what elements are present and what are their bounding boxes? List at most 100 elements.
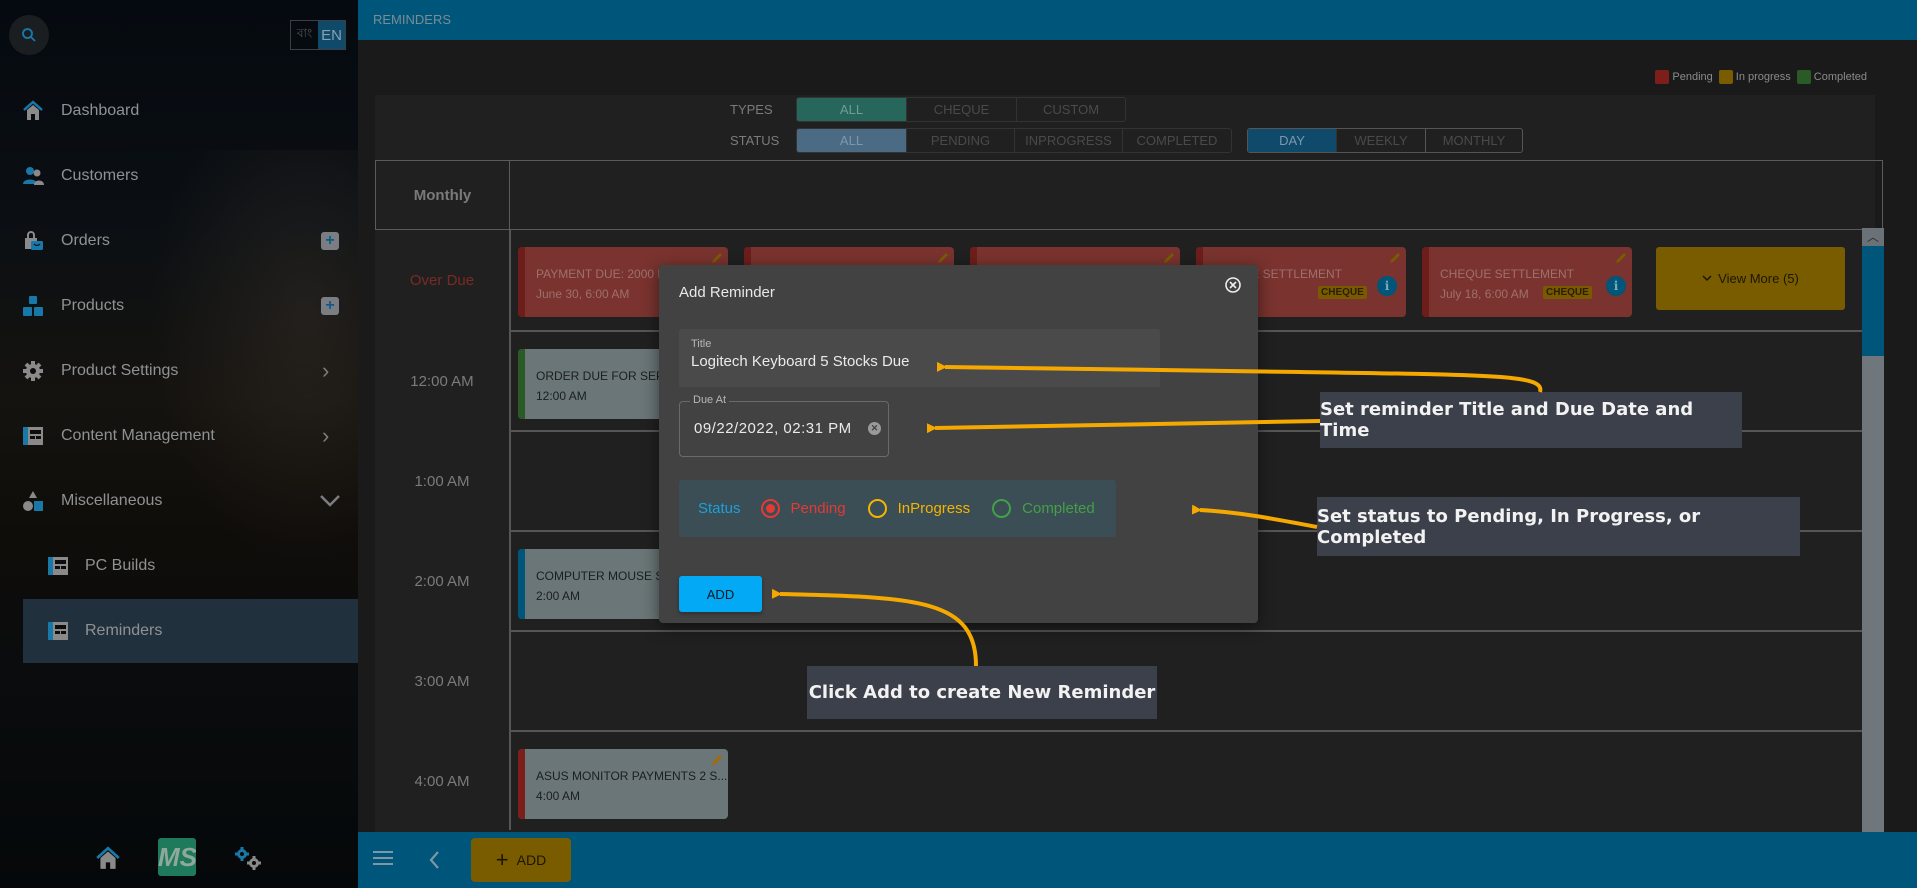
layout-icon [48,622,68,640]
radio-unchecked-icon[interactable] [867,499,887,518]
lang-bangla[interactable]: বাং [291,21,318,49]
chevron-right-icon[interactable]: › [322,358,329,384]
sidebar-subitem-pc-builds[interactable]: PC Builds [0,536,358,596]
bottom-add-button[interactable]: + ADD [471,838,571,882]
boxes-icon [23,296,43,316]
title-input[interactable] [691,353,1141,370]
types-cheque-tab[interactable]: CHEQUE [907,98,1017,121]
types-custom-tab[interactable]: CUSTOM [1017,98,1125,121]
add-order-button[interactable]: + [321,232,339,250]
legend-swatch-completed [1796,70,1811,84]
chevron-right-icon[interactable]: › [322,423,329,449]
menu-icon[interactable] [373,850,393,866]
sidebar-item-label: Reminders [85,622,163,639]
sidebar-item-customers[interactable]: Customers [0,146,358,206]
reminder-card[interactable]: CHEQUE SETTLEMENT July 18, 6:00 AM CHEQU… [1422,247,1632,317]
sidebar-item-label: Content Management [61,427,215,444]
status-inprogress-radio[interactable]: InProgress [867,499,971,518]
bottom-bar: + ADD [358,832,1917,888]
row-divider [510,730,1862,732]
radio-label: Completed [1022,500,1095,517]
radio-unchecked-icon[interactable] [992,499,1012,518]
radio-label: InProgress [897,500,971,517]
users-icon [23,167,44,185]
edit-icon[interactable] [937,252,949,264]
radio-checked-icon[interactable] [760,499,780,518]
calendar-mode-label: Monthly [376,161,510,229]
callout-title-due: Set reminder Title and Due Date and Time [1320,392,1742,448]
search-button[interactable] [9,15,49,55]
status-pending-radio[interactable]: Pending [760,499,846,518]
back-icon[interactable] [428,850,440,870]
reminder-card[interactable]: ASUS MONITOR PAYMENTS 2 S... 4:00 AM [518,749,728,819]
sidebar-subitem-reminders[interactable]: Reminders [23,599,358,663]
close-icon[interactable] [1224,276,1242,294]
edit-icon[interactable] [1389,252,1401,264]
gear-icon [23,361,43,381]
sidebar-item-orders[interactable]: Orders + [0,211,358,271]
sidebar-item-label: Product Settings [61,362,179,379]
app-logo[interactable]: MS [158,838,196,876]
edit-icon[interactable] [711,252,723,264]
status-completed-tab[interactable]: COMPLETED [1123,129,1231,152]
sidebar-item-products[interactable]: Products + [0,276,358,336]
sidebar-item-dashboard[interactable]: Dashboard [0,81,358,141]
legend-label: Completed [1813,71,1867,83]
settings-icon[interactable] [232,845,264,871]
home-icon[interactable] [95,845,121,871]
add-product-button[interactable]: + [321,297,339,315]
card-title: ASUS MONITOR PAYMENTS 2 S... [536,769,728,783]
sidebar-item-label: Products [61,297,125,314]
legend-swatch-pending [1655,70,1670,84]
row-label-hour: 4:00 AM [414,773,470,790]
card-date: June 30, 6:00 AM [536,287,630,301]
shopping-bag-icon [25,231,43,250]
view-toggle: DAY WEEKLY MONTHLY [1247,128,1523,153]
legend-label: Pending [1672,71,1713,83]
sidebar: বাং EN Dashboard Customers Orders + Prod… [0,0,358,888]
cheque-tag: CHEQUE [1318,286,1367,299]
cheque-tag: CHEQUE [1543,286,1592,299]
types-label: TYPES [730,102,773,117]
due-at-label: Due At [690,394,730,406]
view-more-button[interactable]: View More (5) [1656,247,1845,310]
calendar-scrollbar[interactable]: ︿ [1862,228,1884,832]
status-inprogress-tab[interactable]: INPROGRESS [1015,129,1123,152]
scroll-up-icon[interactable]: ︿ [1862,228,1884,246]
add-reminder-dialog: Add Reminder Title Due At 09/22/2022, 02… [659,265,1258,623]
status-completed-radio[interactable]: Completed [992,499,1095,518]
calendar-header: Monthly [375,160,1883,230]
sidebar-item-label: Orders [61,232,110,249]
add-reminder-button[interactable]: ADD [679,576,762,612]
scrollbar-thumb[interactable] [1862,246,1884,356]
row-label-overdue: Over Due [409,272,475,289]
view-weekly-tab[interactable]: WEEKLY [1337,129,1426,152]
sidebar-item-miscellaneous[interactable]: Miscellaneous [0,471,358,531]
shapes-icon [23,491,43,511]
lang-english[interactable]: EN [318,21,345,49]
status-pending-tab[interactable]: PENDING [907,129,1015,152]
card-date: July 18, 6:00 AM [1440,287,1529,301]
due-at-field[interactable]: Due At 09/22/2022, 02:31 PM ✕ [679,394,889,457]
card-title: COMPUTER MOUSE ST... [536,569,680,583]
edit-icon[interactable] [711,754,723,766]
view-monthly-tab[interactable]: MONTHLY [1426,129,1522,152]
chevron-down-icon[interactable] [319,494,341,508]
types-all-tab[interactable]: ALL [797,98,907,121]
row-divider [510,630,1862,632]
info-icon[interactable]: i [1377,276,1397,296]
sidebar-item-label: Customers [61,167,139,184]
card-title: PAYMENT DUE: 2000 B... [536,267,676,281]
edit-icon[interactable] [1163,252,1175,264]
language-toggle[interactable]: বাং EN [290,20,346,50]
status-all-tab[interactable]: ALL [797,129,907,152]
sidebar-item-label: PC Builds [85,557,156,574]
sidebar-item-content-management[interactable]: Content Management › [0,406,358,466]
sidebar-item-product-settings[interactable]: Product Settings › [0,341,358,401]
due-at-input[interactable]: 09/22/2022, 02:31 PM [694,420,852,437]
view-day-tab[interactable]: DAY [1248,129,1337,152]
edit-icon[interactable] [1615,252,1627,264]
clear-icon[interactable]: ✕ [868,422,881,435]
types-filter: TYPES ALL CHEQUE CUSTOM [730,97,1126,122]
info-icon[interactable]: i [1606,276,1626,296]
